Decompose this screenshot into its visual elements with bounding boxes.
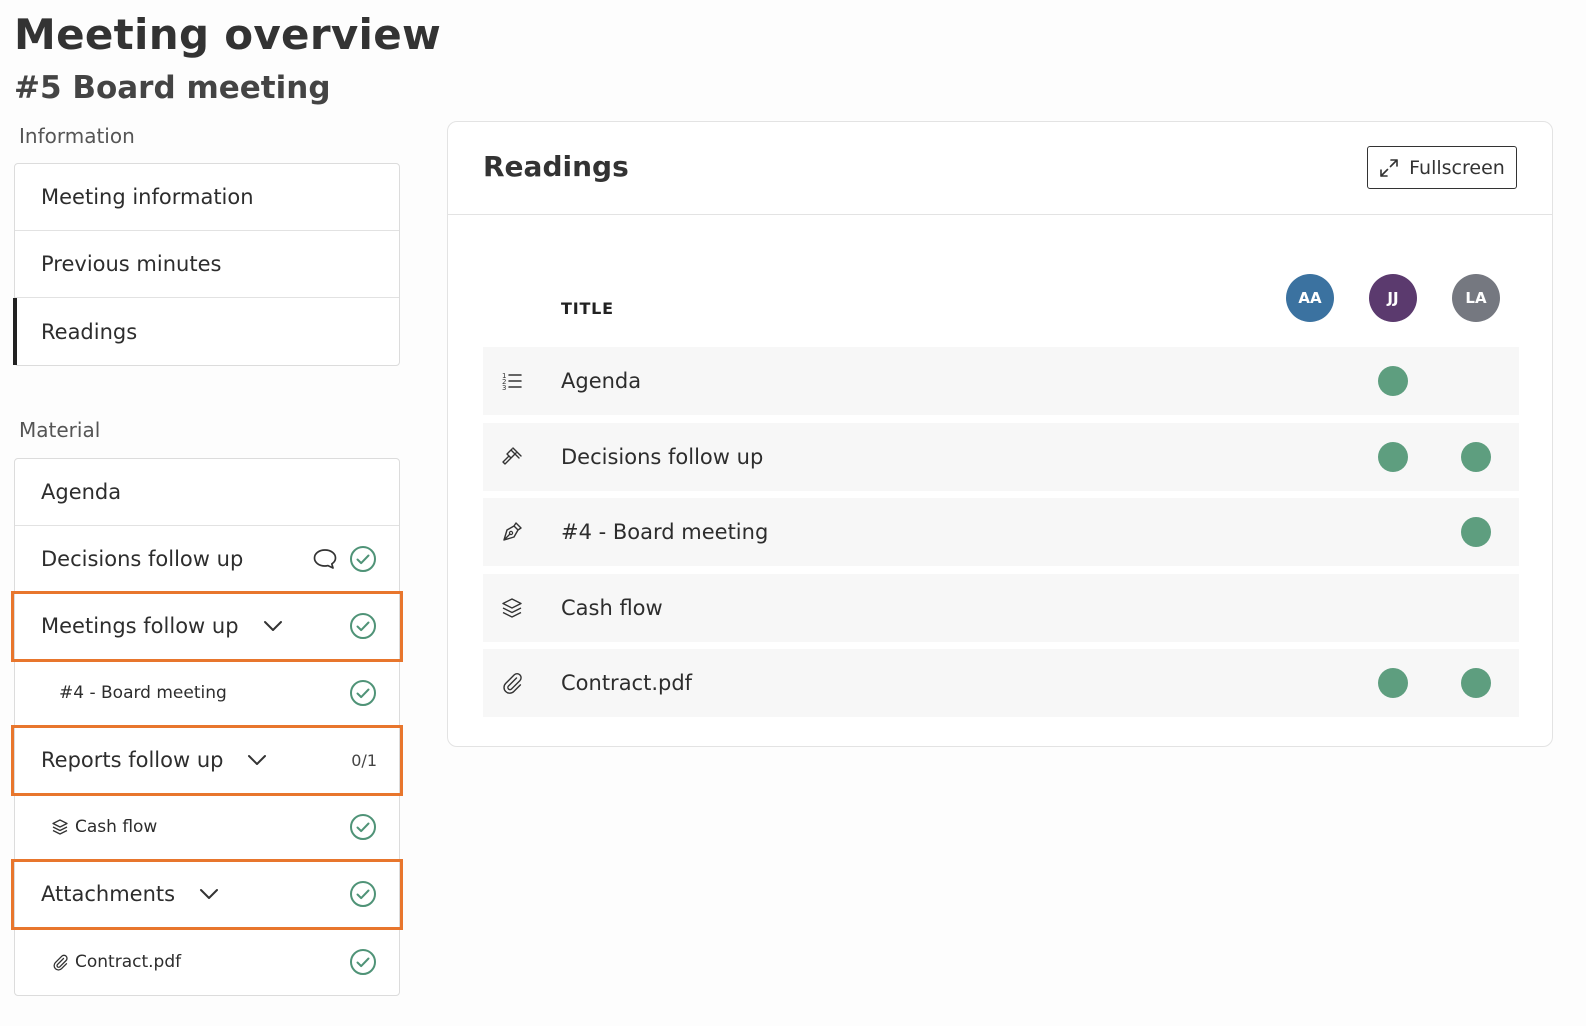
check-circle-icon [349, 813, 377, 841]
reading-row[interactable]: Cash flow [483, 573, 1519, 642]
nav-item-label: Agenda [41, 480, 122, 504]
avatar[interactable]: AA [1286, 274, 1334, 322]
readings-title: Readings [483, 150, 629, 183]
nav-item-readings[interactable]: Readings [13, 298, 399, 365]
nav-item-label: Decisions follow up [41, 547, 244, 571]
check-circle-icon [349, 948, 377, 976]
column-title-header: TITLE [561, 299, 614, 318]
readings-panel: Readings Fullscreen TITLE AA JJ LA 123 A… [447, 121, 1553, 747]
reading-title: #4 - Board meeting [561, 520, 769, 544]
readings-table-header: TITLE AA JJ LA [483, 272, 1519, 332]
layers-icon [500, 596, 524, 620]
read-status-dot [1461, 441, 1491, 472]
progress-count: 0/1 [351, 750, 377, 770]
svg-text:3: 3 [502, 384, 506, 392]
reading-row[interactable]: #4 - Board meeting [483, 498, 1519, 566]
nav-subitem-board-meeting[interactable]: #4 - Board meeting [15, 660, 399, 727]
reading-row[interactable]: Contract.pdf [483, 649, 1519, 717]
avatar[interactable]: LA [1452, 274, 1500, 322]
nav-item-label: Readings [41, 319, 138, 344]
fullscreen-button[interactable]: Fullscreen [1367, 146, 1517, 189]
nav-subitem-contract-pdf[interactable]: Contract.pdf [15, 928, 399, 995]
read-status-dot [1461, 668, 1491, 698]
readings-list: 123 Agenda Decisions follow up #4 - Boar… [483, 347, 1519, 725]
page-title: Meeting overview [14, 10, 442, 59]
nav-item-attachments[interactable]: Attachments [11, 859, 403, 930]
reading-title: Contract.pdf [561, 671, 693, 695]
nav-item-label: #4 - Board meeting [59, 683, 227, 703]
read-status-dot [1461, 517, 1491, 547]
layers-icon [51, 818, 69, 836]
nav-item-meeting-information[interactable]: Meeting information [15, 164, 399, 231]
information-section-label: Information [19, 124, 135, 148]
reading-row[interactable]: 123 Agenda [483, 347, 1519, 415]
read-status-dot [1378, 366, 1408, 396]
check-circle-icon [349, 612, 377, 640]
reading-title: Decisions follow up [561, 444, 764, 469]
nav-item-label: Contract.pdf [75, 951, 182, 972]
material-section-label: Material [19, 418, 101, 442]
material-nav: Agenda Decisions follow up Meetings foll… [11, 458, 403, 996]
readings-panel-header: Readings Fullscreen [448, 122, 1552, 215]
check-circle-icon [349, 679, 377, 707]
check-circle-icon [349, 880, 377, 908]
numbered-list-icon: 123 [500, 369, 524, 393]
nav-item-label: Meetings follow up [41, 614, 239, 638]
nav-item-previous-minutes[interactable]: Previous minutes [15, 231, 399, 298]
check-circle-icon [349, 545, 377, 573]
meeting-subtitle: #5 Board meeting [14, 70, 331, 106]
pen-nib-icon [500, 520, 524, 544]
read-status-dot [1378, 668, 1408, 698]
chevron-down-icon[interactable] [261, 614, 285, 638]
expand-icon [1379, 158, 1399, 178]
nav-item-meetings-follow-up[interactable]: Meetings follow up [11, 591, 403, 662]
fullscreen-label: Fullscreen [1409, 156, 1505, 179]
comment-icon[interactable] [311, 545, 339, 573]
gavel-icon [500, 445, 524, 469]
nav-item-decisions-follow-up[interactable]: Decisions follow up [15, 526, 399, 593]
reading-row[interactable]: Decisions follow up [483, 422, 1519, 491]
nav-item-label: Reports follow up [41, 748, 224, 772]
read-status-dot [1378, 441, 1408, 472]
paperclip-icon [500, 671, 524, 695]
chevron-down-icon[interactable] [245, 748, 269, 772]
nav-subitem-cash-flow[interactable]: Cash flow [15, 794, 399, 861]
nav-item-label: Attachments [41, 882, 176, 906]
chevron-down-icon[interactable] [197, 882, 221, 906]
nav-item-label: Meeting information [41, 185, 254, 209]
information-nav: Meeting information Previous minutes Rea… [13, 163, 400, 366]
nav-item-agenda[interactable]: Agenda [15, 459, 399, 526]
nav-item-label: Cash flow [75, 817, 158, 837]
paperclip-icon [51, 953, 69, 971]
reading-title: Cash flow [561, 595, 663, 620]
avatar[interactable]: JJ [1369, 274, 1417, 322]
nav-item-reports-follow-up[interactable]: Reports follow up 0/1 [11, 725, 403, 796]
nav-item-label: Previous minutes [41, 252, 222, 276]
reading-title: Agenda [561, 369, 642, 393]
